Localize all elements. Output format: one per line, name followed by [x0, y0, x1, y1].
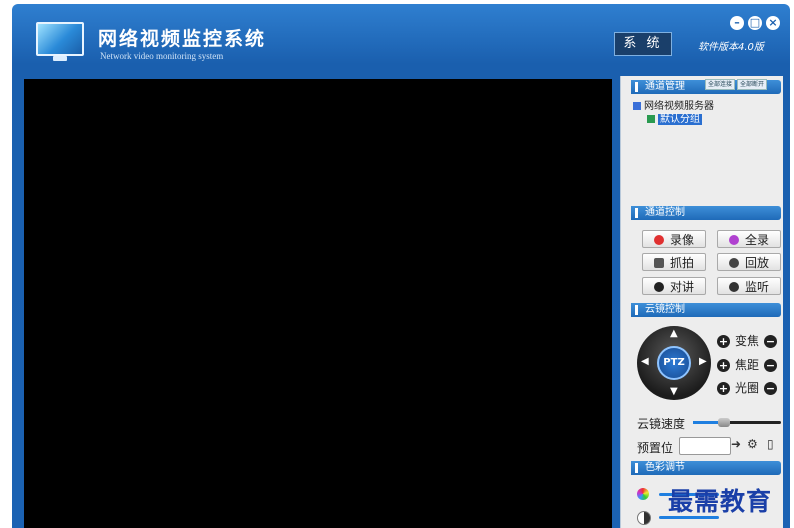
- main-window: 网络视频监控系统 Network video monitoring system…: [12, 4, 790, 528]
- capture-label: 抓拍: [669, 256, 694, 270]
- intercom-button[interactable]: 对讲: [642, 277, 706, 295]
- fullscreen-record-button[interactable]: 全录: [717, 230, 781, 248]
- disconnect-all-button[interactable]: 全部断开: [737, 79, 768, 90]
- ptz-speed-label: 云镜速度: [637, 417, 686, 431]
- playback-label: 回放: [744, 256, 769, 270]
- hue-icon: [637, 488, 649, 500]
- focus-in-icon[interactable]: +: [717, 359, 730, 372]
- headphones-icon: [728, 282, 739, 292]
- zoom-label: 变焦: [734, 334, 759, 348]
- channel-ctrl-title: 通道控制: [645, 207, 685, 218]
- record-icon: [653, 235, 664, 245]
- speech-bubble-icon: [653, 282, 664, 292]
- ptz-center-button[interactable]: PTZ: [657, 346, 691, 380]
- zoom-out-icon[interactable]: −: [764, 335, 777, 348]
- server-icon: [633, 102, 641, 110]
- camera-icon: [653, 258, 664, 268]
- ptz-speed-knob[interactable]: [717, 418, 730, 427]
- ptz-speed-slider[interactable]: [693, 418, 781, 427]
- version-label: 软件版本4.0版: [698, 42, 764, 53]
- iris-row: + 光圈 −: [717, 381, 777, 395]
- zoom-in-icon[interactable]: +: [717, 335, 730, 348]
- monitor-logo-icon: [36, 22, 84, 56]
- iris-open-icon[interactable]: +: [717, 382, 730, 395]
- title-bar: 网络视频监控系统 Network video monitoring system…: [12, 4, 790, 72]
- delete-icon[interactable]: ▯: [767, 437, 774, 451]
- iris-close-icon[interactable]: −: [764, 382, 777, 395]
- record-label: 录像: [669, 233, 694, 247]
- app-title: 网络视频监控系统: [98, 28, 267, 50]
- tree-root[interactable]: 网络视频服务器: [633, 100, 714, 113]
- ptz-up-icon[interactable]: ▲: [670, 328, 678, 339]
- fullscreen-record-label: 全录: [744, 233, 769, 247]
- ptz-ctrl-title: 云镜控制: [645, 304, 685, 315]
- goto-preset-icon[interactable]: ➜: [731, 437, 741, 451]
- zoom-row: + 变焦 −: [717, 334, 777, 348]
- channel-tree: 网络视频服务器 默认分组: [633, 100, 714, 126]
- iris-label: 光圈: [734, 381, 759, 395]
- focus-out-icon[interactable]: −: [764, 359, 777, 372]
- record-button[interactable]: 录像: [642, 230, 706, 248]
- color-adjust-title: 色彩调节: [645, 462, 685, 473]
- capture-button[interactable]: 抓拍: [642, 253, 706, 271]
- ptz-joystick[interactable]: ▲ ▼ ◀ ▶ PTZ: [637, 326, 711, 400]
- ptz-left-icon[interactable]: ◀: [641, 356, 649, 367]
- channel-ctrl-header: 通道控制: [631, 206, 781, 220]
- ptz-right-icon[interactable]: ▶: [699, 356, 707, 367]
- close-button[interactable]: ×: [766, 16, 780, 30]
- preset-input[interactable]: [679, 437, 731, 455]
- contrast-icon: [637, 511, 651, 525]
- group-icon: [647, 115, 655, 123]
- tree-child-label: 默认分组: [658, 114, 702, 125]
- gear-icon[interactable]: ⚙: [747, 437, 758, 451]
- intercom-label: 对讲: [669, 280, 694, 294]
- system-menu-button[interactable]: 系 统: [614, 32, 672, 56]
- app-subtitle: Network video monitoring system: [100, 51, 224, 61]
- playback-icon: [728, 258, 739, 268]
- monitor-label: 监听: [744, 280, 769, 294]
- playback-button[interactable]: 回放: [717, 253, 781, 271]
- focus-row: + 焦距 −: [717, 358, 777, 372]
- watermark: 最需教育: [668, 487, 773, 516]
- maximize-button[interactable]: □: [748, 16, 762, 30]
- ptz-down-icon[interactable]: ▼: [670, 386, 678, 397]
- preset-label: 预置位: [637, 441, 674, 455]
- tree-root-label: 网络视频服务器: [644, 101, 714, 112]
- monitor-button[interactable]: 监听: [717, 277, 781, 295]
- channel-mgmt-title: 通道管理: [645, 81, 685, 92]
- focus-label: 焦距: [734, 358, 759, 372]
- video-display[interactable]: [24, 79, 612, 528]
- monitor-stand-icon: [53, 56, 67, 61]
- connect-all-button[interactable]: 全部连接: [705, 79, 736, 90]
- fullscreen-record-icon: [728, 235, 739, 245]
- control-panel: 通道管理 全部连接 全部断开 网络视频服务器 默认分组 通道控制 录像 全录 抓…: [620, 76, 783, 528]
- color-adjust-header: 色彩调节: [631, 461, 781, 475]
- ptz-ctrl-header: 云镜控制: [631, 303, 781, 317]
- tree-child[interactable]: 默认分组: [633, 113, 714, 126]
- minimize-button[interactable]: –: [730, 16, 744, 30]
